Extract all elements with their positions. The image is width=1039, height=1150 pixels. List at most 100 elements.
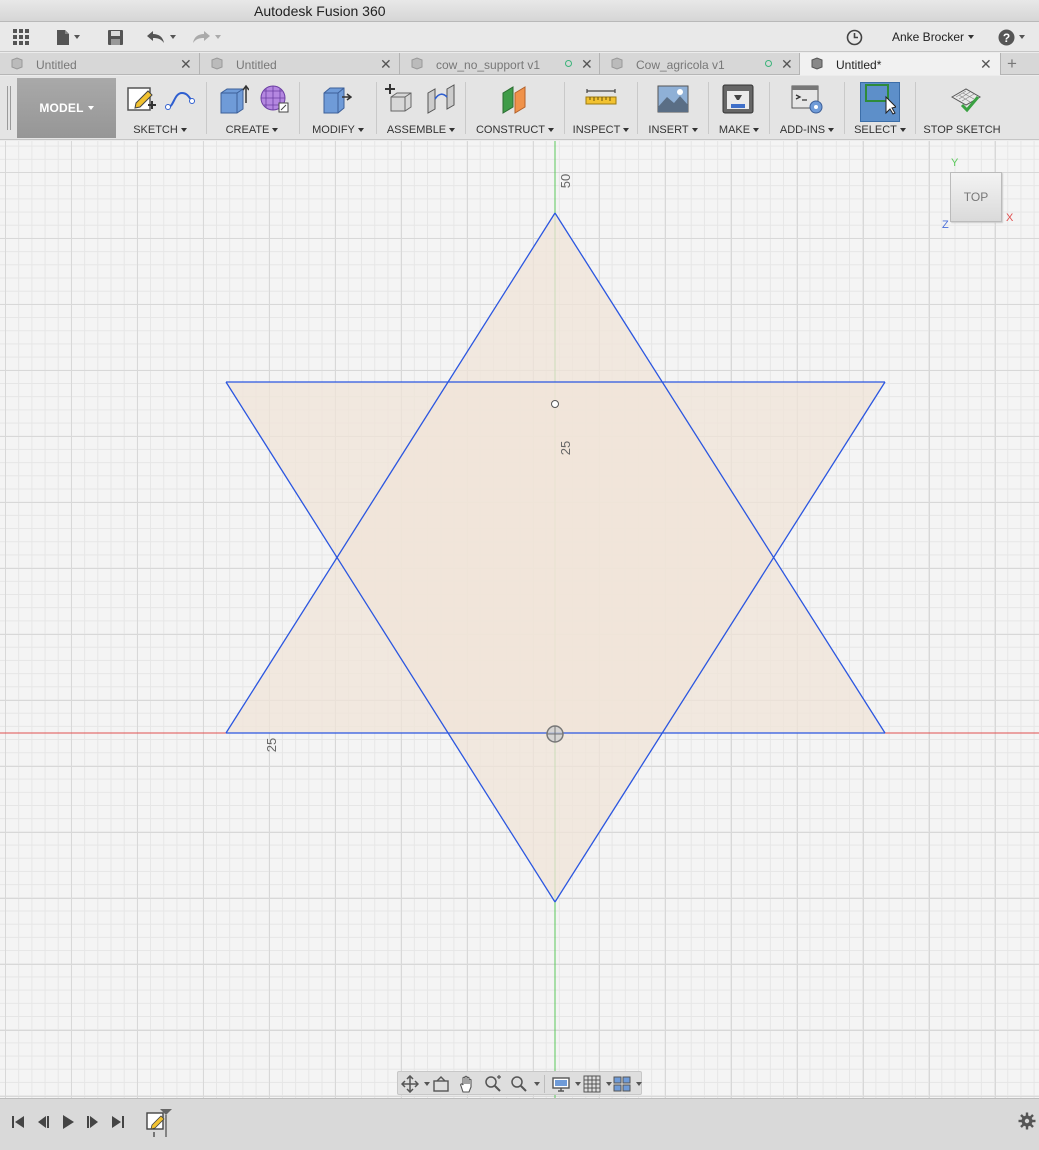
measure-icon[interactable] bbox=[585, 83, 617, 115]
look-at-icon[interactable] bbox=[432, 1075, 450, 1093]
gear-icon[interactable] bbox=[1018, 1112, 1036, 1130]
undo-button[interactable] bbox=[146, 26, 176, 48]
document-tabs: Untitled ✕ Untitled ✕ cow_no_support v1 … bbox=[0, 53, 1039, 75]
form-icon[interactable] bbox=[258, 83, 290, 115]
modify-group[interactable]: MODIFY bbox=[304, 76, 372, 140]
offset-plane-icon[interactable] bbox=[499, 83, 531, 115]
add-ins-group[interactable]: ADD-INS bbox=[774, 76, 840, 140]
previous-step-icon[interactable] bbox=[35, 1114, 51, 1130]
view-cube-face[interactable]: TOP bbox=[950, 172, 1002, 222]
file-icon bbox=[57, 29, 69, 45]
group-label: MAKE bbox=[713, 124, 765, 136]
zoom-icon[interactable] bbox=[484, 1075, 502, 1093]
close-icon[interactable]: ✕ bbox=[980, 56, 992, 73]
create-sketch-icon[interactable] bbox=[126, 83, 158, 115]
press-pull-icon[interactable] bbox=[320, 83, 352, 115]
redo-button[interactable] bbox=[191, 26, 221, 48]
group-label: MODIFY bbox=[304, 124, 372, 136]
close-icon[interactable]: ✕ bbox=[581, 56, 593, 73]
component-icon bbox=[811, 57, 823, 70]
finish-sketch-icon[interactable] bbox=[950, 83, 982, 115]
saved-status-icon bbox=[565, 60, 572, 67]
tab-label: Cow_agricola v1 bbox=[636, 58, 725, 72]
extrude-icon[interactable] bbox=[217, 83, 249, 115]
data-panel-button[interactable] bbox=[12, 26, 30, 48]
orbit-icon[interactable] bbox=[401, 1075, 419, 1093]
navigation-bar bbox=[397, 1071, 642, 1095]
create-group[interactable]: CREATE bbox=[210, 76, 294, 140]
spline-icon[interactable] bbox=[164, 83, 196, 115]
user-account-menu[interactable]: Anke Brocker bbox=[892, 30, 975, 44]
inspect-group[interactable]: INSPECT bbox=[569, 76, 633, 140]
document-tab[interactable]: Untitled ✕ bbox=[200, 53, 400, 75]
construct-group[interactable]: CONSTRUCT bbox=[470, 76, 560, 140]
tab-label: Untitled* bbox=[836, 58, 882, 72]
tab-label: cow_no_support v1 bbox=[436, 58, 541, 72]
sketch-canvas[interactable]: 50 25 25 bbox=[0, 141, 1039, 1098]
svg-text:?: ? bbox=[1003, 31, 1010, 45]
divider bbox=[465, 82, 466, 134]
close-icon[interactable]: ✕ bbox=[180, 56, 192, 73]
job-status-button[interactable] bbox=[846, 26, 863, 48]
viewports-icon[interactable] bbox=[613, 1075, 631, 1093]
workspace-label: MODEL bbox=[39, 101, 84, 115]
display-settings-icon[interactable] bbox=[552, 1075, 570, 1093]
make-group[interactable]: MAKE bbox=[713, 76, 765, 140]
view-cube[interactable]: TOP Y X Z bbox=[942, 157, 1017, 237]
workspace-switcher[interactable]: MODEL bbox=[17, 78, 116, 138]
ruler-label-mid: 25 bbox=[558, 441, 573, 455]
3d-print-icon[interactable] bbox=[722, 83, 754, 115]
ribbon-grip[interactable] bbox=[7, 86, 11, 130]
first-step-icon[interactable] bbox=[10, 1114, 26, 1130]
saved-status-icon bbox=[765, 60, 772, 67]
scripts-icon[interactable] bbox=[791, 83, 823, 115]
divider bbox=[564, 82, 565, 134]
center-point[interactable] bbox=[551, 400, 559, 408]
joint-icon[interactable] bbox=[425, 83, 457, 115]
close-icon[interactable]: ✕ bbox=[380, 56, 392, 73]
divider bbox=[206, 82, 207, 134]
document-tab-active[interactable]: Untitled* ✕ bbox=[800, 53, 1001, 75]
group-label: CONSTRUCT bbox=[470, 124, 560, 136]
clock-icon bbox=[846, 29, 863, 45]
save-icon bbox=[108, 29, 123, 45]
grid-settings-icon[interactable] bbox=[583, 1075, 601, 1093]
redo-icon bbox=[193, 31, 210, 43]
stop-sketch-group[interactable]: STOP SKETCH bbox=[920, 76, 1004, 140]
play-icon[interactable] bbox=[60, 1114, 76, 1130]
sketch-group[interactable]: SKETCH bbox=[120, 76, 200, 140]
fusion360-window: Autodesk Fusion 360 Anke Brocker ? Untit… bbox=[0, 0, 1039, 1150]
window-select-icon[interactable] bbox=[864, 83, 896, 115]
tab-label: Untitled bbox=[236, 58, 277, 72]
group-label: SKETCH bbox=[120, 124, 200, 136]
last-step-icon[interactable] bbox=[110, 1114, 126, 1130]
save-button[interactable] bbox=[107, 26, 124, 48]
divider bbox=[708, 82, 709, 134]
new-tab-button[interactable]: + bbox=[1007, 54, 1017, 74]
divider bbox=[544, 1075, 545, 1093]
help-button[interactable]: ? bbox=[998, 26, 1025, 48]
group-label: INSPECT bbox=[569, 124, 633, 136]
y-axis-label: Y bbox=[951, 157, 959, 169]
assemble-group[interactable]: ASSEMBLE bbox=[381, 76, 461, 140]
help-icon: ? bbox=[998, 29, 1015, 45]
pan-icon[interactable] bbox=[458, 1075, 476, 1093]
select-group[interactable]: SELECT bbox=[849, 76, 911, 140]
group-label: ADD-INS bbox=[774, 124, 840, 136]
document-tab[interactable]: Cow_agricola v1 ✕ bbox=[600, 53, 800, 75]
fit-icon[interactable] bbox=[510, 1075, 528, 1093]
z-axis-label: Z bbox=[942, 219, 949, 231]
document-tab[interactable]: cow_no_support v1 ✕ bbox=[400, 53, 600, 75]
grid-icon bbox=[13, 29, 29, 45]
insert-image-icon[interactable] bbox=[657, 83, 689, 115]
next-step-icon[interactable] bbox=[85, 1114, 101, 1130]
document-tab[interactable]: Untitled ✕ bbox=[0, 53, 200, 75]
new-component-icon[interactable] bbox=[383, 83, 415, 115]
file-menu-button[interactable] bbox=[56, 26, 80, 48]
tab-label: Untitled bbox=[36, 58, 77, 72]
sketch-drawing: 50 25 25 bbox=[0, 141, 1039, 1098]
sketch-feature-icon[interactable] bbox=[145, 1107, 175, 1139]
insert-group[interactable]: INSERT bbox=[642, 76, 704, 140]
close-icon[interactable]: ✕ bbox=[781, 56, 793, 73]
divider bbox=[299, 82, 300, 134]
